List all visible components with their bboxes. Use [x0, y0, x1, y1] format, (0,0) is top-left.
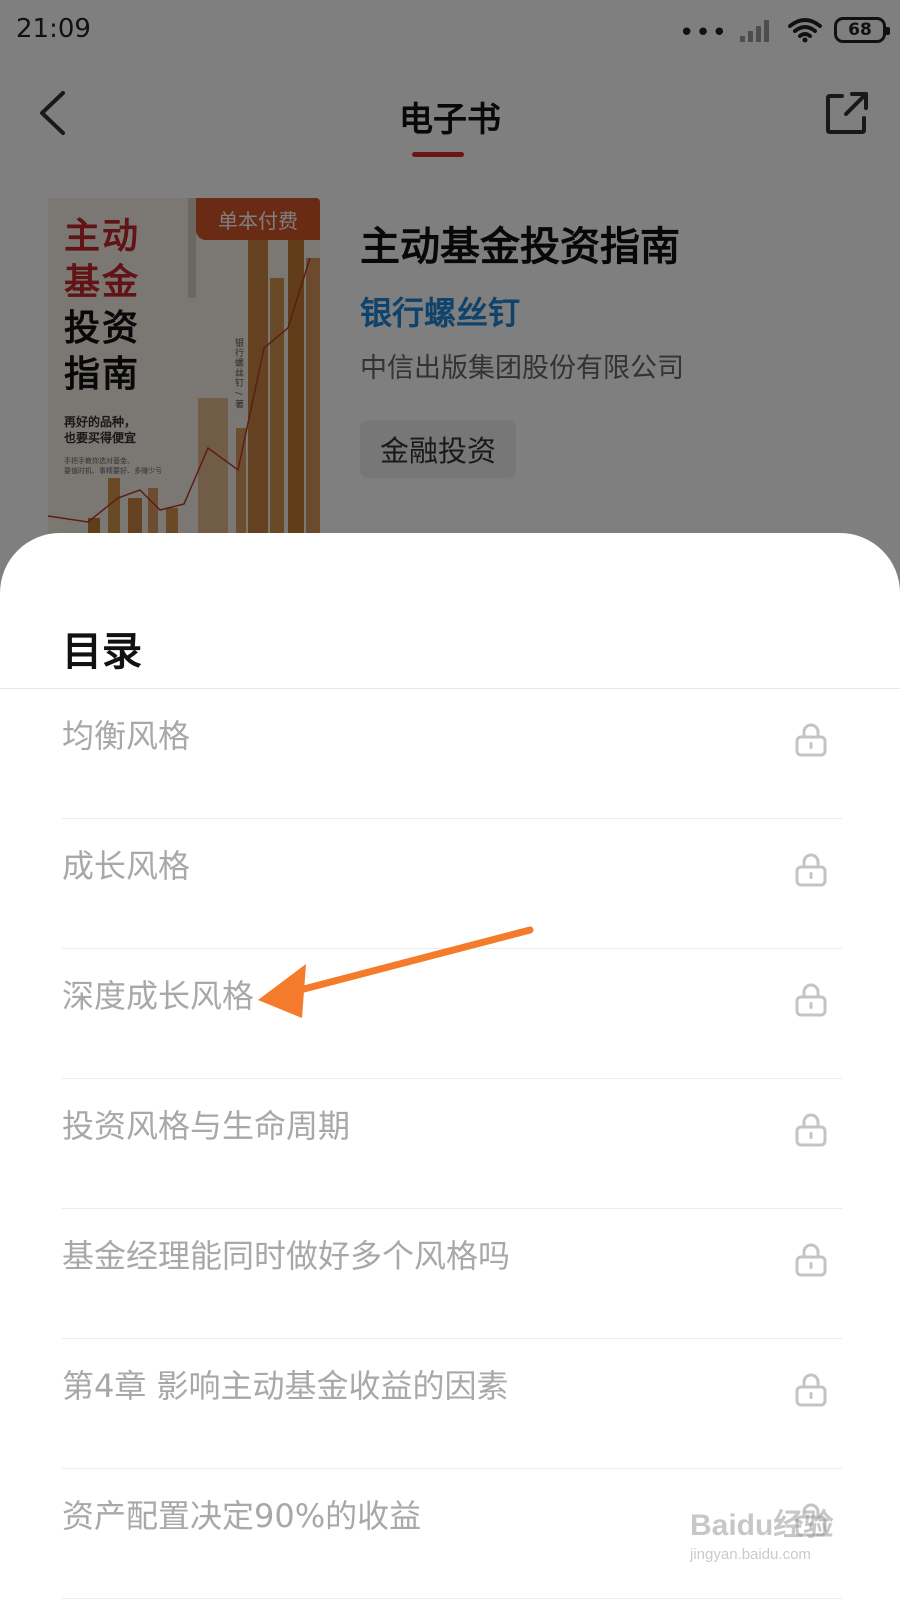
toc-item[interactable]: 成长风格 [0, 819, 900, 949]
toc-item-label: 基金经理能同时做好多个风格吗 [62, 1237, 511, 1275]
watermark: Baidu经验 jingyan.baidu.com [690, 1500, 870, 1590]
toc-item[interactable]: 深度成长风格 [0, 949, 900, 1079]
toc-title: 目录 [62, 629, 142, 675]
lock-icon [795, 1373, 827, 1407]
toc-item-label: 均衡风格 [62, 717, 191, 755]
watermark-logo: Baidu经验 [690, 1509, 834, 1542]
toc-item-label: 投资风格与生命周期 [62, 1107, 351, 1145]
toc-item[interactable]: 第4章 影响主动基金收益的因素 [0, 1339, 900, 1469]
toc-item[interactable]: 均衡风格 [0, 689, 900, 819]
toc-item-label: 深度成长风格 [62, 977, 255, 1015]
lock-icon [795, 1113, 827, 1147]
lock-icon [795, 983, 827, 1017]
toc-bottom-sheet: 目录 均衡风格 成长风格 深度成长风格 投资风格与生命周期 基金经理能同时做好多… [0, 533, 900, 1600]
divider [62, 1598, 842, 1599]
toc-item-label: 成长风格 [62, 847, 191, 885]
lock-icon [795, 723, 827, 757]
toc-item-label: 资产配置决定90%的收益 [62, 1497, 422, 1535]
toc-list: 均衡风格 成长风格 深度成长风格 投资风格与生命周期 基金经理能同时做好多个风格… [0, 689, 900, 1599]
toc-item-label: 第4章 影响主动基金收益的因素 [62, 1367, 509, 1405]
watermark-url: jingyan.baidu.com [690, 1546, 811, 1563]
toc-item[interactable]: 基金经理能同时做好多个风格吗 [0, 1209, 900, 1339]
lock-icon [795, 1243, 827, 1277]
lock-icon [795, 853, 827, 887]
toc-item[interactable]: 投资风格与生命周期 [0, 1079, 900, 1209]
